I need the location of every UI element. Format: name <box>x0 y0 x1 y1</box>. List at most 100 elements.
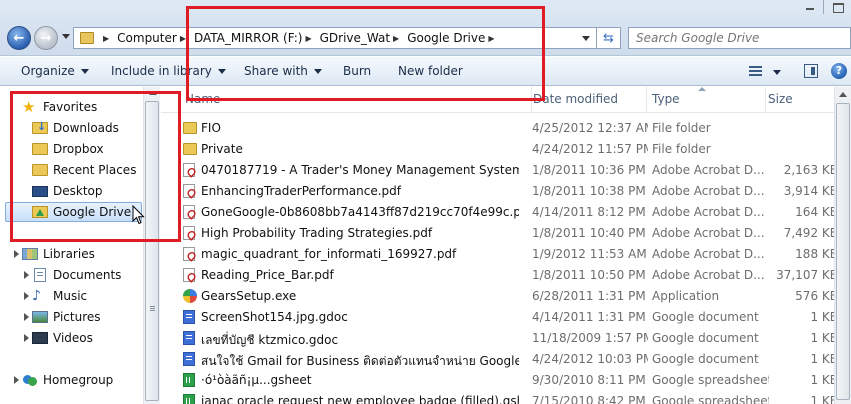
navigation-scrollbar-thumb[interactable] <box>145 101 159 401</box>
file-type: Google spreadsheet <box>652 394 769 404</box>
file-size: 188 KB <box>795 247 838 261</box>
nav-item-dropbox[interactable]: Dropbox <box>32 139 104 159</box>
expand-pictures-icon[interactable] <box>24 313 29 321</box>
nav-item-music[interactable]: ♪ Music <box>32 286 87 306</box>
breadcrumb-gdrive-wat[interactable]: GDrive_Wat <box>320 31 390 45</box>
nav-item-downloads[interactable]: Downloads <box>32 118 119 138</box>
music-note-icon: ♪ <box>32 288 41 304</box>
file-list-scrollbar-thumb[interactable] <box>836 103 850 400</box>
google-spreadsheet-icon <box>183 373 195 387</box>
nav-item-label: Documents <box>53 268 122 282</box>
breadcrumb-separator-icon[interactable]: ▶ <box>180 34 186 43</box>
nav-item-desktop[interactable]: Desktop <box>32 181 103 201</box>
file-date-modified: 1/8/2011 10:38 PM <box>532 184 646 198</box>
scroll-up-icon[interactable] <box>149 91 157 95</box>
address-bar[interactable]: ▶ Computer ▶ DATA_MIRROR (F:) ▶ GDrive_W… <box>73 27 597 49</box>
recent-pages-chevron-icon[interactable] <box>62 34 70 39</box>
file-row[interactable]: GearsSetup.exe 6/28/2011 1:31 PM Applicati… <box>161 286 851 307</box>
nav-favorites[interactable]: ★ Favorites <box>22 97 97 117</box>
share-with-button[interactable]: Share with <box>244 64 322 78</box>
organize-button[interactable]: Organize <box>21 64 89 78</box>
expand-music-icon[interactable] <box>24 292 29 300</box>
file-size: 1 KB <box>810 373 838 387</box>
new-folder-button[interactable]: New folder <box>398 64 463 78</box>
breadcrumb-data-mirror[interactable]: DATA_MIRROR (F:) <box>194 31 302 45</box>
refresh-icon: ⇆ <box>603 30 614 46</box>
file-row[interactable]: 0470187719 - A Trader's Money Management… <box>161 160 851 181</box>
back-button[interactable]: ← <box>7 26 31 50</box>
expand-documents-icon[interactable] <box>24 271 29 279</box>
file-list-scrollbar[interactable] <box>834 87 851 404</box>
file-row[interactable]: GoneGoogle-0b8608bb7a4143ff87d219cc70f4e… <box>161 202 851 223</box>
breadcrumb-google-drive[interactable]: Google Drive <box>407 31 485 45</box>
navigation-scrollbar[interactable] <box>143 87 160 404</box>
file-size: 3,914 KB <box>783 184 838 198</box>
breadcrumb-separator-icon[interactable]: ▶ <box>488 34 494 43</box>
breadcrumb-separator-icon[interactable]: ▶ <box>103 34 109 43</box>
file-row[interactable]: Private 4/24/2012 11:57 PM File folder <box>161 139 851 160</box>
nav-favorites-label: Favorites <box>43 100 98 114</box>
pdf-file-icon <box>183 184 195 198</box>
file-row[interactable]: janac oracle request new employee badge … <box>161 391 851 404</box>
file-row[interactable]: High Probability Trading Strategies.pdf 1… <box>161 223 851 244</box>
nav-item-videos[interactable]: Videos <box>32 328 93 348</box>
file-size: 164 KB <box>795 205 838 219</box>
sort-ascending-icon <box>698 87 706 91</box>
column-header-name[interactable]: Name <box>179 87 532 112</box>
minimize-icon[interactable] <box>796 0 824 14</box>
nav-item-google-drive[interactable]: Google Drive <box>5 202 142 222</box>
nav-item-recent-places[interactable]: Recent Places <box>32 160 136 180</box>
breadcrumb-separator-icon[interactable]: ▶ <box>305 34 311 43</box>
file-row[interactable]: ·ó¹òàãñ¡µ...gsheet 9/30/2010 8:11 PM Googl… <box>161 370 851 391</box>
file-size: 7,492 KB <box>783 226 838 240</box>
file-row[interactable]: เลขที่บัญชี ktzmico.gdoc 11/18/2009 1:57 … <box>161 328 851 349</box>
column-header-type[interactable]: Type <box>646 87 766 112</box>
refresh-button[interactable]: ⇆ <box>597 27 621 49</box>
file-row[interactable]: EnhancingTraderPerformance.pdf 1/8/2011 1… <box>161 181 851 202</box>
include-in-library-label: Include in library <box>111 64 212 78</box>
expand-libraries-icon[interactable] <box>14 250 19 258</box>
file-date-modified: 4/25/2012 12:37 AM <box>532 121 648 135</box>
expand-videos-icon[interactable] <box>24 334 29 342</box>
file-row[interactable]: ScreenShot154.jpg.gdoc 4/14/2011 1:31 PM G… <box>161 307 851 328</box>
breadcrumb-separator-icon[interactable]: ▶ <box>393 34 399 43</box>
file-row[interactable]: magic_quadrant_for_informati_169927.pdf 1… <box>161 244 851 265</box>
file-name: เลขที่บัญชี ktzmico.gdoc <box>201 333 339 347</box>
star-icon: ★ <box>22 98 36 116</box>
share-with-label: Share with <box>244 64 308 78</box>
views-icon[interactable] <box>749 66 762 77</box>
file-date-modified: 4/24/2012 10:03 PM <box>532 352 648 366</box>
column-header-date-modified[interactable]: Date modified <box>527 87 647 112</box>
maximize-icon[interactable] <box>824 0 851 14</box>
forward-button[interactable]: → <box>34 26 58 50</box>
file-type: File folder <box>652 121 711 135</box>
help-icon[interactable]: ? <box>831 63 847 79</box>
file-date-modified: 11/18/2009 1:57 PM <box>532 331 648 345</box>
expand-homegroup-icon[interactable] <box>14 376 19 384</box>
file-row[interactable]: สนใจใช้ Gmail for Business ติดต่อตัวแทนจ… <box>161 349 851 370</box>
chevron-down-icon <box>313 69 322 74</box>
search-box[interactable] <box>628 27 851 49</box>
folder-icon <box>183 143 197 155</box>
column-header-size[interactable]: Size <box>762 87 834 112</box>
scroll-up-icon[interactable] <box>839 92 847 97</box>
file-row[interactable]: Reading_Price_Bar.pdf 1/8/2011 10:50 PM Ad… <box>161 265 851 286</box>
search-input[interactable] <box>629 28 850 48</box>
nav-item-pictures[interactable]: Pictures <box>32 307 101 327</box>
burn-button[interactable]: Burn <box>343 64 371 78</box>
pdf-file-icon <box>183 205 195 219</box>
address-history-chevron-icon[interactable] <box>582 36 590 41</box>
breadcrumb-computer[interactable]: Computer <box>117 31 177 45</box>
nav-item-documents[interactable]: Documents <box>32 265 121 285</box>
file-row[interactable]: FIO 4/25/2012 12:37 AM File folder <box>161 118 851 139</box>
nav-homegroup[interactable]: Homegroup <box>22 370 113 390</box>
nav-item-label: Recent Places <box>53 163 137 177</box>
preview-pane-icon[interactable] <box>804 64 818 78</box>
file-name: 0470187719 - A Trader's Money Management… <box>201 163 519 177</box>
views-chevron-down-icon[interactable] <box>773 70 781 75</box>
google-document-icon <box>183 310 195 324</box>
nav-libraries[interactable]: Libraries <box>22 244 95 264</box>
include-in-library-button[interactable]: Include in library <box>111 64 226 78</box>
file-name: Reading_Price_Bar.pdf <box>201 268 334 282</box>
file-date-modified: 1/8/2011 10:40 PM <box>532 226 646 240</box>
